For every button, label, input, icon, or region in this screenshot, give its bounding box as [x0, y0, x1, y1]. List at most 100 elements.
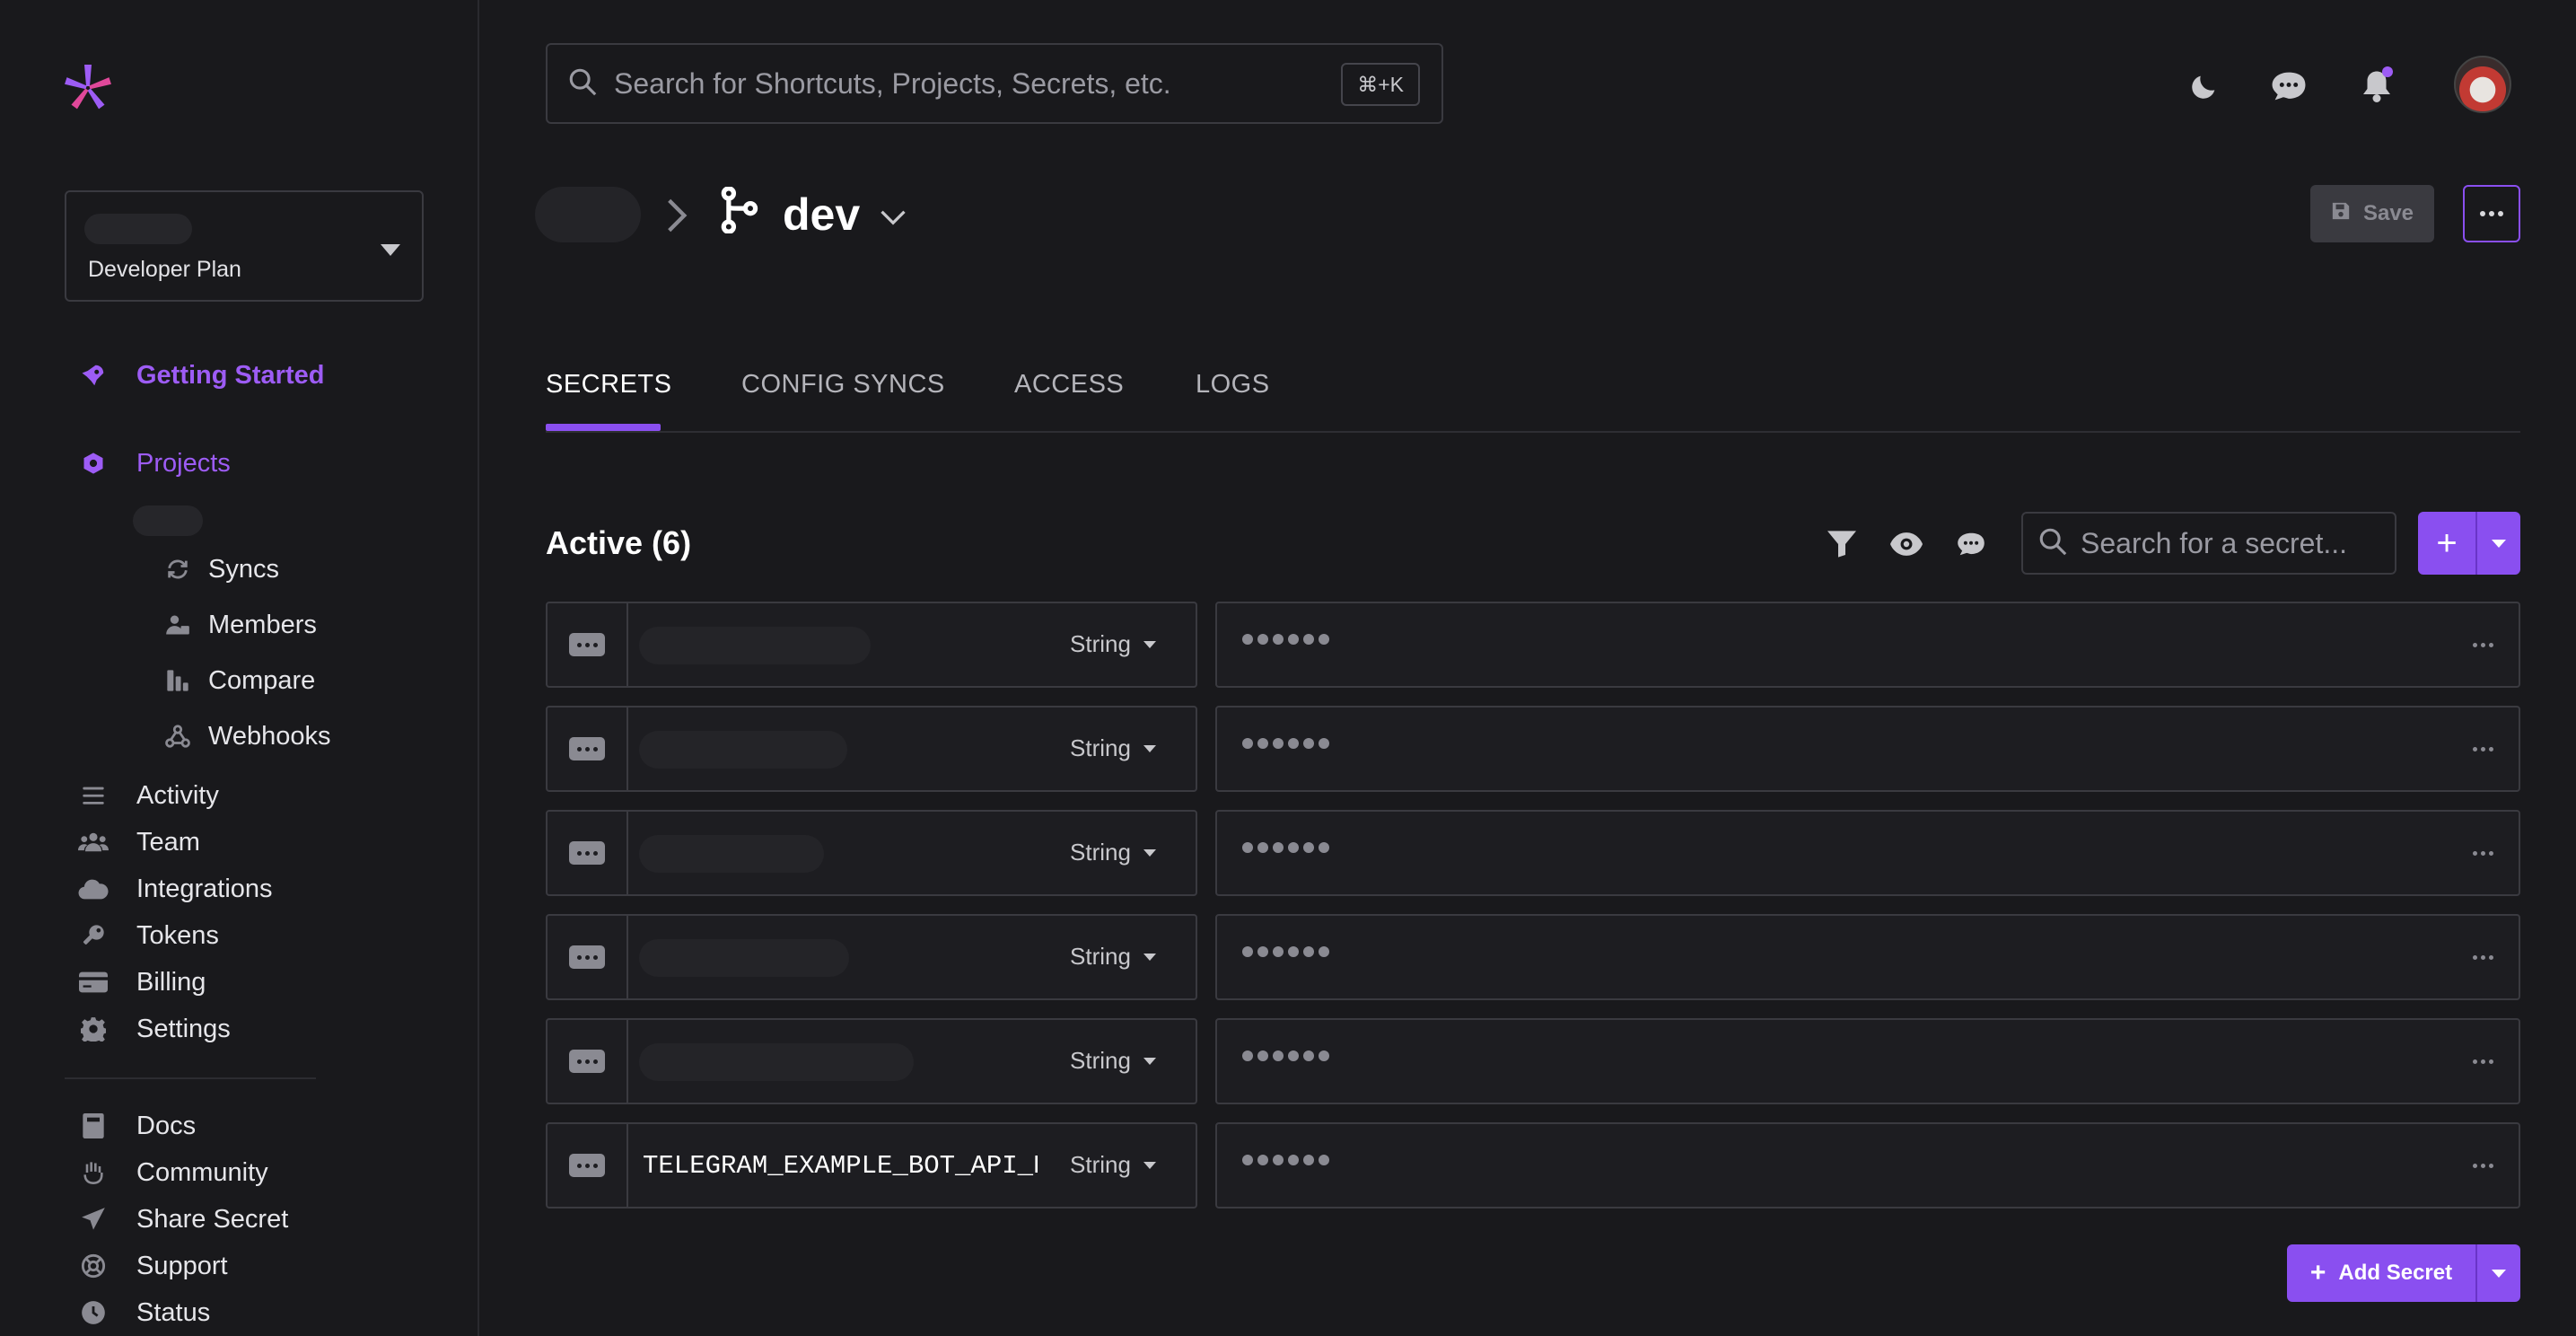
sidebar-item-projects[interactable]: Projects: [75, 445, 231, 481]
search-placeholder: Search for Shortcuts, Projects, Secrets,…: [614, 66, 1171, 100]
sidebar-item-integrations[interactable]: Integrations: [75, 871, 273, 907]
secret-value-field[interactable]: [1215, 1018, 2520, 1104]
add-secret-button[interactable]: + Add Secret: [2287, 1244, 2477, 1302]
secrets-count-title: Active (6): [546, 524, 692, 561]
save-button[interactable]: Save: [2310, 185, 2434, 242]
row-more-icon[interactable]: [2473, 955, 2493, 960]
sidebar-item-getting-started[interactable]: Getting Started: [75, 357, 324, 393]
add-secret-split-button: +: [2418, 512, 2520, 575]
row-more-icon[interactable]: [2473, 643, 2493, 647]
sidebar-item-billing[interactable]: Billing: [75, 964, 206, 1000]
secret-key-field[interactable]: String: [546, 810, 1197, 896]
sidebar-item-label: Integrations: [136, 874, 273, 903]
team-icon: [75, 824, 111, 860]
sidebar-item-label: Compare: [208, 665, 316, 695]
note-icon[interactable]: [548, 1124, 628, 1207]
eye-icon[interactable]: [1888, 526, 1924, 562]
note-icon[interactable]: [548, 603, 628, 686]
secret-key-field[interactable]: String: [546, 602, 1197, 688]
hexagon-gear-icon: [75, 445, 111, 481]
caret-down-icon: [1143, 640, 1156, 648]
sidebar-item-activity[interactable]: Activity: [75, 778, 219, 813]
sidebar-item-label: Docs: [136, 1111, 197, 1140]
row-more-icon[interactable]: [2473, 851, 2493, 856]
sidebar-item-share-secret[interactable]: Share Secret: [75, 1201, 288, 1237]
note-icon[interactable]: [548, 708, 628, 790]
secret-key-field[interactable]: String: [546, 706, 1197, 792]
secret-value-field[interactable]: [1215, 914, 2520, 1000]
global-search-input[interactable]: Search for Shortcuts, Projects, Secrets,…: [546, 43, 1443, 124]
secret-row: String: [546, 914, 2520, 1000]
secret-key-field[interactable]: String: [546, 1018, 1197, 1104]
hand-icon: [75, 1155, 111, 1191]
members-icon: [162, 609, 194, 641]
sidebar-item-compare[interactable]: Compare: [162, 663, 315, 699]
note-icon[interactable]: [548, 916, 628, 998]
sidebar-item-community[interactable]: Community: [75, 1155, 268, 1191]
secret-key-redacted: [639, 627, 871, 664]
user-avatar[interactable]: [2454, 56, 2511, 113]
add-secret-dropdown[interactable]: [2477, 1244, 2520, 1302]
sidebar-item-label: Billing: [136, 967, 206, 997]
note-icon[interactable]: [548, 1020, 628, 1103]
save-label: Save: [2362, 201, 2414, 225]
sidebar-item-docs[interactable]: Docs: [75, 1108, 196, 1144]
ellipsis-icon: [2480, 211, 2503, 216]
secret-row: String: [546, 1018, 2520, 1104]
secret-value-field[interactable]: [1215, 602, 2520, 688]
sidebar-item-webhooks[interactable]: Webhooks: [162, 718, 331, 754]
tab-config-syncs[interactable]: CONFIG SYNCS: [741, 370, 945, 400]
workplace-switcher[interactable]: Developer Plan: [65, 190, 424, 302]
sidebar-item-status[interactable]: Status: [75, 1295, 210, 1331]
secret-value-field[interactable]: [1215, 810, 2520, 896]
sidebar-item-settings[interactable]: Settings: [75, 1011, 231, 1047]
row-more-icon[interactable]: [2473, 1059, 2493, 1064]
sidebar-item-support[interactable]: Support: [75, 1248, 228, 1284]
type-select[interactable]: String: [1070, 1047, 1156, 1075]
type-select[interactable]: String: [1070, 1151, 1156, 1179]
sidebar-item-team[interactable]: Team: [75, 824, 200, 860]
chevron-down-icon[interactable]: [880, 208, 907, 231]
config-tabs: SECRETS CONFIG SYNCS ACCESS LOGS: [546, 359, 2520, 433]
comment-icon[interactable]: [1953, 526, 1989, 562]
theme-toggle-moon-icon[interactable]: [2185, 66, 2224, 106]
tab-secrets[interactable]: SECRETS: [546, 370, 671, 400]
feedback-chat-icon[interactable]: [2269, 66, 2309, 106]
sidebar-item-label: Support: [136, 1251, 228, 1280]
secret-search-input[interactable]: Search for a secret...: [2021, 512, 2396, 575]
environment-name[interactable]: dev: [783, 189, 860, 241]
tab-access[interactable]: ACCESS: [1014, 370, 1124, 400]
secret-key-field[interactable]: String: [546, 914, 1197, 1000]
secret-key-field[interactable]: TELEGRAM_EXAMPLE_BOT_API_KEY String: [546, 1122, 1197, 1209]
tab-logs[interactable]: LOGS: [1196, 370, 1270, 400]
secret-value-field[interactable]: [1215, 706, 2520, 792]
project-name-redacted[interactable]: [133, 505, 203, 536]
type-select[interactable]: String: [1070, 630, 1156, 658]
project-breadcrumb-redacted[interactable]: [535, 187, 641, 242]
secret-key-name[interactable]: TELEGRAM_EXAMPLE_BOT_API_KEY: [643, 1151, 1038, 1181]
row-more-icon[interactable]: [2473, 1164, 2493, 1168]
sidebar-item-label: Getting Started: [136, 360, 325, 390]
plus-icon: +: [2309, 1258, 2326, 1288]
doppler-logo[interactable]: [59, 59, 117, 117]
type-select[interactable]: String: [1070, 734, 1156, 762]
filter-icon[interactable]: [1824, 526, 1860, 562]
sidebar-item-label: Projects: [136, 448, 231, 478]
more-options-button[interactable]: [2463, 185, 2520, 242]
note-icon[interactable]: [548, 812, 628, 894]
caret-down-icon: [1143, 953, 1156, 961]
type-select[interactable]: String: [1070, 943, 1156, 971]
secret-key-redacted: [639, 835, 824, 873]
add-options-dropdown[interactable]: [2477, 512, 2520, 575]
secret-value-field[interactable]: [1215, 1122, 2520, 1209]
sidebar-item-syncs[interactable]: Syncs: [162, 551, 279, 587]
sidebar-item-tokens[interactable]: Tokens: [75, 918, 219, 954]
row-more-icon[interactable]: [2473, 747, 2493, 752]
add-icon-button[interactable]: +: [2418, 512, 2477, 575]
add-secret-button-group: + Add Secret: [2287, 1244, 2520, 1302]
caret-down-icon: [1143, 744, 1156, 752]
sidebar-item-members[interactable]: Members: [162, 607, 317, 643]
sidebar-item-label: Status: [136, 1297, 211, 1327]
type-select[interactable]: String: [1070, 839, 1156, 866]
gear-icon: [75, 1011, 111, 1047]
